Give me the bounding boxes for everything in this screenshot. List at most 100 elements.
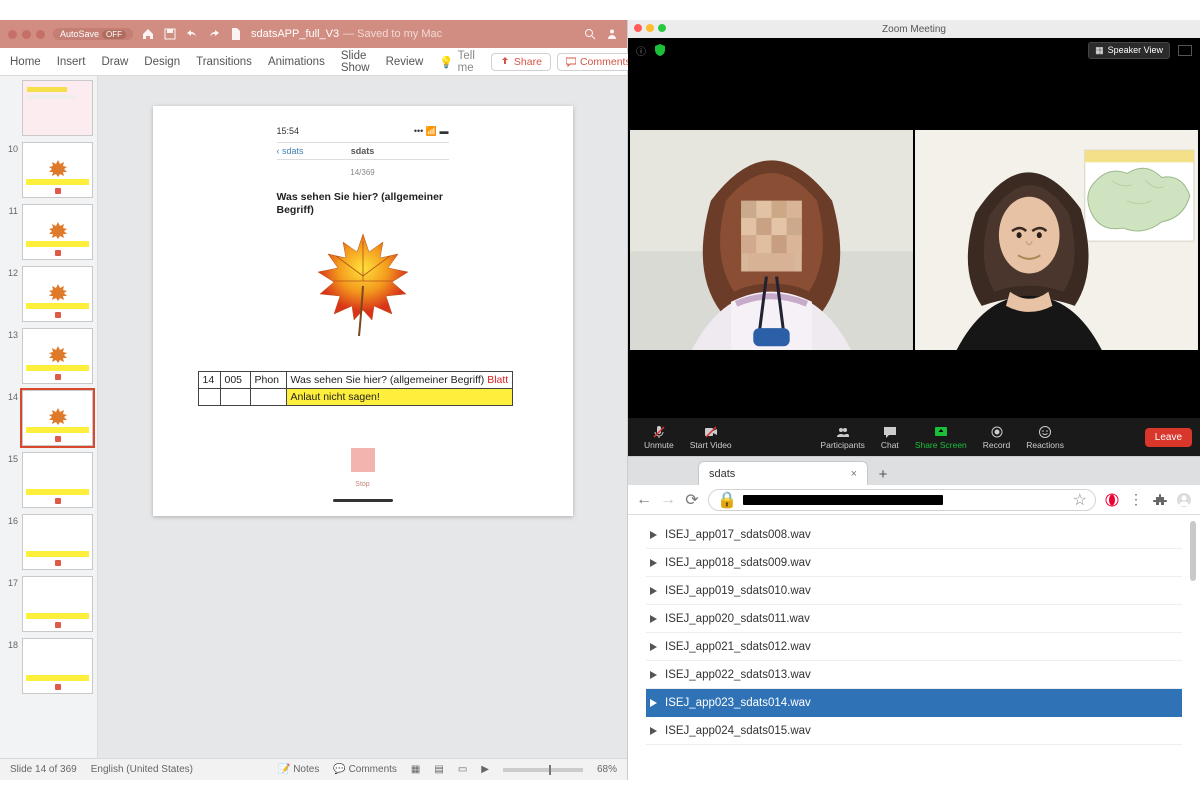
- speaker-view-button[interactable]: ▦ Speaker View: [1088, 42, 1170, 59]
- zoom-slider[interactable]: [503, 768, 583, 772]
- close-tab-icon[interactable]: ×: [851, 468, 857, 480]
- view-slideshow-icon[interactable]: ▶: [481, 764, 489, 775]
- home-icon[interactable]: [141, 27, 155, 41]
- browser-tab[interactable]: sdats ×: [698, 461, 868, 485]
- thumbnail[interactable]: [4, 80, 93, 136]
- participant-video-2[interactable]: [915, 130, 1198, 350]
- omnibox[interactable]: 🔒 ☆: [708, 489, 1096, 511]
- thumbnail[interactable]: 16: [4, 514, 93, 570]
- autosave-toggle[interactable]: AutoSave OFF: [53, 28, 133, 40]
- menu-icon[interactable]: ⋮: [1128, 492, 1144, 508]
- tab-review[interactable]: Review: [386, 56, 424, 68]
- unmute-button[interactable]: Unmute: [636, 425, 682, 450]
- slide-thumbnails[interactable]: 10 11 12 13 14 15 16 17 18: [0, 76, 98, 758]
- zoom-value[interactable]: 68%: [597, 764, 617, 775]
- record-button[interactable]: Record: [975, 425, 1018, 450]
- maple-leaf-image: [308, 226, 418, 346]
- file-row[interactable]: ISEJ_app023_sdats014.wav: [646, 689, 1182, 717]
- undo-icon[interactable]: [185, 27, 199, 41]
- nav-forward-icon[interactable]: →: [660, 492, 676, 508]
- mac-traffic-lights[interactable]: [8, 30, 45, 39]
- annotation-table: 14 005 Phon Was sehen Sie hier? (allgeme…: [198, 371, 514, 406]
- thumbnail[interactable]: 11: [4, 204, 93, 260]
- new-tab-button[interactable]: +: [872, 463, 894, 485]
- lock-icon: 🔒: [717, 490, 737, 510]
- presenter-icon[interactable]: [605, 27, 619, 41]
- tab-home[interactable]: Home: [10, 56, 41, 68]
- file-row[interactable]: ISEJ_app020_sdats011.wav: [646, 605, 1182, 633]
- file-row[interactable]: ISEJ_app024_sdats015.wav: [646, 717, 1182, 745]
- leave-button[interactable]: Leave: [1145, 428, 1192, 447]
- extensions-icon[interactable]: [1152, 492, 1168, 508]
- start-video-button[interactable]: Start Video: [682, 425, 740, 450]
- thumbnail[interactable]: 14: [4, 390, 93, 446]
- tab-draw[interactable]: Draw: [101, 56, 128, 68]
- tab-animations[interactable]: Animations: [268, 56, 325, 68]
- nav-back-icon[interactable]: ←: [636, 492, 652, 508]
- tab-strip: sdats × +: [628, 457, 1200, 485]
- play-icon: [650, 643, 657, 651]
- view-reading-icon[interactable]: ▭: [458, 764, 467, 775]
- comments-toggle[interactable]: 💬 Comments: [333, 764, 397, 775]
- file-name: ISEJ_app022_sdats013.wav: [665, 669, 811, 681]
- tab-slideshow[interactable]: Slide Show: [341, 50, 370, 74]
- play-icon: [650, 699, 657, 707]
- participant-video-1[interactable]: [630, 130, 913, 350]
- thumbnail[interactable]: 12: [4, 266, 93, 322]
- tab-design[interactable]: Design: [144, 56, 180, 68]
- thumbnail[interactable]: 18: [4, 638, 93, 694]
- file-row[interactable]: ISEJ_app018_sdats009.wav: [646, 549, 1182, 577]
- stop-button: [351, 448, 375, 472]
- file-row[interactable]: ISEJ_app021_sdats012.wav: [646, 633, 1182, 661]
- phone-status-bar: 15:54 ••• 📶 ▬: [277, 126, 449, 137]
- file-row[interactable]: ISEJ_app022_sdats013.wav: [646, 661, 1182, 689]
- encryption-icon[interactable]: [654, 44, 666, 56]
- profile-icon[interactable]: [1176, 492, 1192, 508]
- file-name: ISEJ_app020_sdats011.wav: [665, 613, 810, 625]
- file-row[interactable]: ISEJ_app017_sdats008.wav: [646, 521, 1182, 549]
- search-icon[interactable]: [583, 27, 597, 41]
- file-name: ISEJ_app019_sdats010.wav: [665, 585, 811, 597]
- view-sorter-icon[interactable]: ▤: [434, 764, 443, 775]
- share-screen-button[interactable]: Share Screen: [907, 425, 975, 450]
- document-title: sdatsAPP_full_V3 — Saved to my Mac: [251, 28, 442, 40]
- tab-insert[interactable]: Insert: [57, 56, 86, 68]
- file-name: ISEJ_app021_sdats012.wav: [665, 641, 811, 653]
- reactions-button[interactable]: Reactions: [1018, 425, 1072, 450]
- mac-traffic-lights[interactable]: [634, 24, 666, 32]
- play-icon: [650, 671, 657, 679]
- slide-editor[interactable]: 15:54 ••• 📶 ▬ ‹ sdats sdats 14/369 Was s…: [98, 76, 627, 758]
- play-icon: [650, 559, 657, 567]
- browser-window: sdats × + ← → ⟳ 🔒 ☆ ⋮: [628, 456, 1200, 780]
- tell-me[interactable]: 💡 Tell me: [439, 50, 475, 74]
- opera-icon[interactable]: [1104, 492, 1120, 508]
- language-indicator[interactable]: English (United States): [91, 764, 193, 775]
- play-icon: [650, 587, 657, 595]
- file-row[interactable]: ISEJ_app019_sdats010.wav: [646, 577, 1182, 605]
- save-icon[interactable]: [163, 27, 177, 41]
- file-list[interactable]: ISEJ_app017_sdats008.wavISEJ_app018_sdat…: [628, 515, 1200, 780]
- tab-transitions[interactable]: Transitions: [196, 56, 252, 68]
- notes-toggle[interactable]: 📝 Notes: [278, 764, 319, 775]
- thumbnail[interactable]: 17: [4, 576, 93, 632]
- ribbon-tabs: Home Insert Draw Design Transitions Anim…: [0, 48, 627, 76]
- app-nav-bar: ‹ sdats sdats: [277, 142, 449, 160]
- share-button[interactable]: Share: [491, 53, 551, 71]
- address-bar: ← → ⟳ 🔒 ☆ ⋮: [628, 485, 1200, 515]
- redo-icon[interactable]: [207, 27, 221, 41]
- zoom-toolbar: Unmute Start Video Participants Chat Sha…: [628, 418, 1200, 456]
- file-name: ISEJ_app024_sdats015.wav: [665, 725, 811, 737]
- star-icon[interactable]: ☆: [1073, 490, 1087, 510]
- slide-position: Slide 14 of 369: [10, 764, 77, 775]
- fullscreen-icon[interactable]: [1178, 45, 1192, 56]
- reload-icon[interactable]: ⟳: [684, 492, 700, 508]
- chat-button[interactable]: Chat: [873, 425, 907, 450]
- scrollbar[interactable]: [1190, 521, 1196, 581]
- info-icon[interactable]: ⓘ: [636, 43, 646, 58]
- thumbnail[interactable]: 10: [4, 142, 93, 198]
- thumbnail[interactable]: 15: [4, 452, 93, 508]
- thumbnail[interactable]: 13: [4, 328, 93, 384]
- participants-button[interactable]: Participants: [812, 425, 872, 450]
- tab-title: sdats: [709, 468, 735, 480]
- view-normal-icon[interactable]: ▦: [411, 764, 420, 775]
